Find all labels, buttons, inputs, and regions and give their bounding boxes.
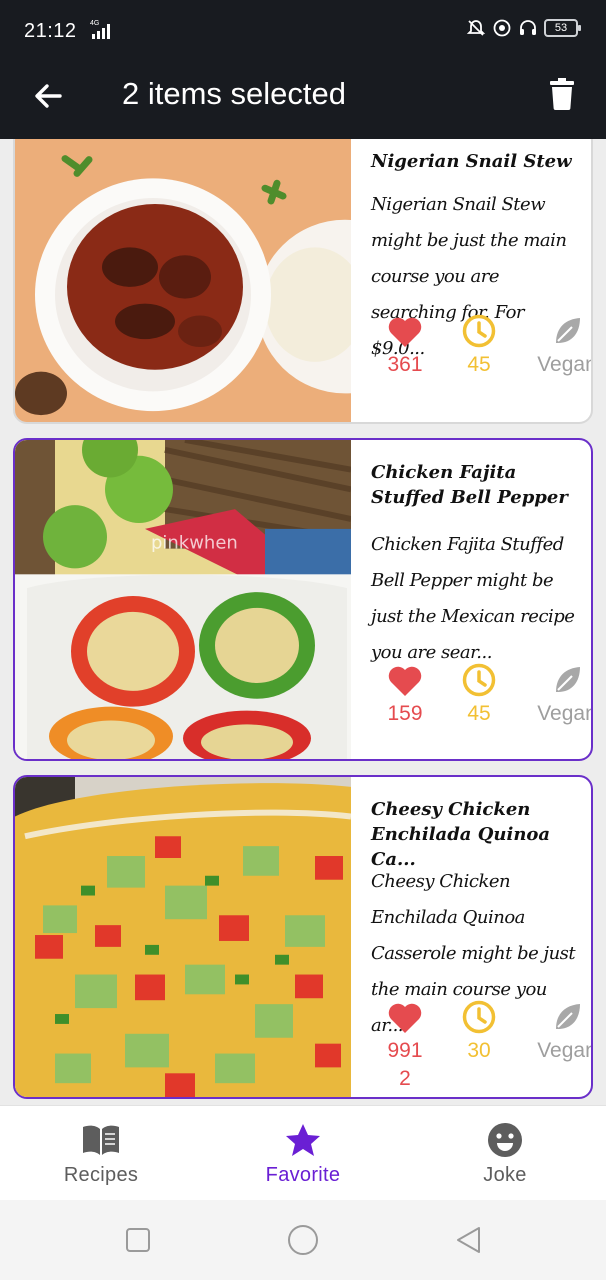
recipe-image [15, 139, 351, 422]
battery-icon: 53 [544, 19, 581, 37]
data-saver-icon [493, 19, 511, 37]
recipe-title: Cheesy Chicken Enchilada Quinoa Ca... [371, 799, 551, 870]
likes-count: 361 [387, 353, 423, 376]
mute-bell-icon [466, 20, 486, 36]
recipe-card[interactable]: pinkwhen Chicken Fajita Stuffed Bell Pep… [13, 438, 593, 761]
likes-stat: 159 [375, 662, 435, 728]
nav-item-favorite[interactable]: Favorite [202, 1106, 404, 1201]
likes-stat: 361 [375, 313, 435, 379]
leaf-icon [556, 1004, 580, 1029]
nav-label: Favorite [265, 1164, 341, 1186]
system-navigation-bar [0, 1200, 606, 1280]
recents-square-icon[interactable] [120, 1222, 156, 1258]
leaf-icon [556, 667, 580, 692]
time-stat: 45 [449, 662, 509, 728]
heart-icon [388, 666, 422, 696]
recipe-info: Chicken Fajita Stuffed Bell Pepper Chick… [365, 440, 591, 759]
recipe-card[interactable]: Nigerian Snail Stew Nigerian Snail Stew … [13, 139, 593, 424]
delete-button[interactable] [540, 72, 584, 116]
recipe-list[interactable]: Nigerian Snail Stew Nigerian Snail Stew … [0, 139, 606, 1105]
nav-label: Joke [483, 1164, 527, 1186]
leaf-icon [556, 318, 580, 343]
minutes-count: 45 [467, 702, 491, 725]
vegan-label: Vegan [537, 702, 593, 725]
heart-icon [388, 1003, 422, 1033]
recipe-card[interactable]: Cheesy Chicken Enchilada Quinoa Ca... Ch… [13, 775, 593, 1099]
minutes-count: 45 [467, 353, 491, 376]
minutes-count: 30 [467, 1039, 491, 1062]
vegan-stat: Vegan [531, 313, 593, 379]
heart-icon [388, 317, 422, 347]
svg-text:4G: 4G [90, 20, 99, 27]
vegan-stat: Vegan [531, 662, 593, 728]
vegan-label: Vegan [537, 353, 593, 376]
home-circle-icon[interactable] [285, 1222, 321, 1258]
star-icon [283, 1122, 323, 1158]
vegan-label: Vegan [537, 1039, 593, 1062]
nav-item-recipes[interactable]: Recipes [0, 1106, 202, 1201]
svg-text:pinkwhen: pinkwhen [151, 533, 238, 554]
likes-count: 991 2 [387, 1039, 423, 1090]
recipe-title: Chicken Fajita Stuffed Bell Pepper [371, 462, 568, 508]
bottom-navigation: Recipes Favorite Joke [0, 1105, 606, 1200]
likes-count: 159 [387, 702, 423, 725]
recipe-image: pinkwhen [15, 440, 351, 759]
status-bar: 21:12 4G 53 [0, 0, 606, 62]
contextual-action-bar: 2 items selected [0, 62, 606, 139]
clock-icon [462, 663, 496, 697]
nav-item-joke[interactable]: Joke [404, 1106, 606, 1201]
selection-count-title: 2 items selected [122, 76, 346, 111]
book-icon [81, 1122, 121, 1158]
clock-icon [462, 1000, 496, 1034]
status-time: 21:12 [24, 20, 77, 42]
status-icons: 53 [466, 18, 581, 38]
back-triangle-icon[interactable] [450, 1222, 486, 1258]
recipe-info: Cheesy Chicken Enchilada Quinoa Ca... Ch… [365, 777, 591, 1097]
battery-level: 53 [554, 22, 568, 34]
recipe-info: Nigerian Snail Stew Nigerian Snail Stew … [365, 139, 591, 422]
likes-stat: 991 2 [375, 999, 435, 1093]
vegan-stat: Vegan [531, 999, 593, 1065]
time-stat: 45 [449, 313, 509, 379]
time-stat: 30 [449, 999, 509, 1065]
clock-icon [462, 314, 496, 348]
arrow-back-icon [35, 84, 62, 108]
smiley-icon [485, 1122, 525, 1158]
recipe-description: Chicken Fajita Stuffed Bell Pepper might… [371, 534, 575, 663]
trash-icon [550, 78, 574, 110]
signal-icon: 4G [90, 20, 110, 39]
recipe-title: Nigerian Snail Stew [371, 151, 572, 172]
nav-label: Recipes [63, 1164, 139, 1186]
headset-icon [520, 20, 536, 35]
back-button[interactable] [26, 74, 70, 118]
recipe-image [15, 777, 351, 1097]
